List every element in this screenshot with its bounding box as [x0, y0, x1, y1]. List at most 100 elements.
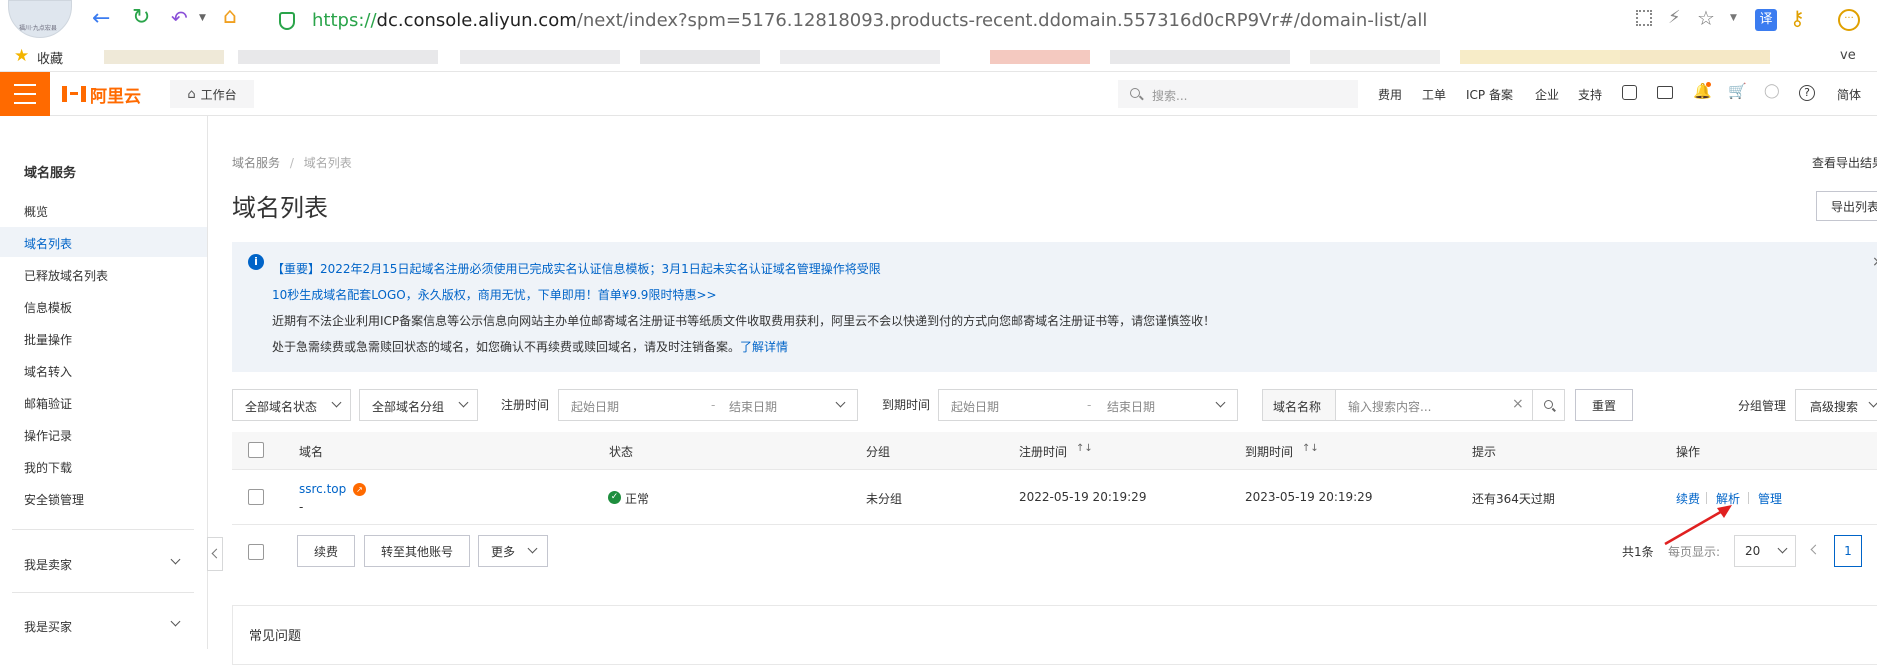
transfer-account-button[interactable]: 转至其他账号 [364, 535, 470, 567]
notice-important-link[interactable]: 【重要】2022年2月15日起域名注册必须使用已完成实名认证信息模板；3月1日起… [272, 260, 881, 277]
reg-time-range-picker[interactable]: 起始日期 - 结束日期 [558, 389, 858, 421]
sidebar-item-overview[interactable]: 概览 [24, 203, 48, 220]
group-manage-link[interactable]: 分组管理 [1738, 397, 1786, 414]
reg-end-placeholder: 结束日期 [729, 400, 778, 414]
menu-button[interactable] [0, 72, 50, 116]
lightbulb-icon[interactable]: ◯ [1764, 83, 1780, 99]
domain-status-select[interactable]: 全部域名状态 [232, 389, 351, 421]
bookmark-placeholder[interactable] [990, 50, 1090, 64]
more-icon[interactable]: ··· [1838, 9, 1860, 31]
total-count: 共1条 [1622, 545, 1654, 559]
sidebar-group-buyer[interactable]: 我是买家 [0, 614, 194, 640]
export-list-button[interactable]: 导出列表 [1816, 191, 1877, 221]
bookmark-placeholder[interactable] [104, 50, 224, 64]
bookmark-placeholder[interactable] [1310, 50, 1440, 64]
advanced-search-select[interactable]: 高级搜索 [1795, 389, 1877, 421]
breadcrumb-item[interactable]: 域名服务 [232, 156, 280, 170]
column-header-exp-time[interactable]: 到期时间 [1245, 443, 1293, 460]
notice-learn-more-link[interactable]: 了解详情 [740, 340, 788, 354]
workbench-button[interactable]: ⌂ 工作台 [170, 80, 254, 108]
bulk-select-checkbox[interactable] [248, 544, 264, 560]
translate-icon[interactable]: 译 [1755, 9, 1777, 31]
global-search-placeholder: 搜索... [1152, 89, 1188, 103]
favorites-label[interactable]: 收藏 [37, 48, 63, 67]
reset-label: 重置 [1591, 398, 1616, 413]
home-icon[interactable]: ⌂ [223, 6, 237, 28]
menu-dropdown-icon[interactable]: ▼ [1730, 13, 1737, 23]
global-search-input[interactable]: 搜索... [1118, 80, 1358, 108]
select-all-checkbox[interactable] [248, 442, 264, 458]
prev-page-icon[interactable] [1810, 544, 1821, 555]
per-page-select[interactable]: 20 [1734, 535, 1796, 567]
bookmark-trailing-text[interactable]: ve [1840, 48, 1856, 63]
undo-dropdown-icon[interactable]: ▼ [199, 13, 206, 23]
nav-fees[interactable]: 费用 [1378, 86, 1402, 103]
sidebar-item-domain-list[interactable]: 域名列表 [24, 235, 72, 252]
column-header-reg-time[interactable]: 注册时间 [1019, 443, 1067, 460]
sidebar-item-security-lock[interactable]: 安全锁管理 [24, 491, 84, 508]
exp-time-cell: 2023-05-19 20:19:29 [1245, 490, 1373, 504]
row-checkbox[interactable] [248, 489, 264, 505]
refresh-icon[interactable]: ↻ [132, 7, 150, 29]
lightning-icon[interactable]: ⚡ [1668, 7, 1681, 28]
domain-search-input[interactable]: 输入搜索内容... × [1335, 389, 1533, 421]
browser-avatar[interactable]: 福川·九点宏县 [8, 0, 72, 38]
aliyun-logo[interactable]: 阿里云 [62, 83, 141, 107]
bulk-renew-button[interactable]: 续费 [297, 535, 355, 567]
reset-button[interactable]: 重置 [1575, 389, 1633, 421]
bookmark-placeholder[interactable] [238, 50, 438, 64]
back-icon[interactable]: ← [92, 8, 110, 30]
bookmark-placeholder[interactable] [1620, 50, 1770, 64]
domain-name-link[interactable]: ssrc.top [299, 482, 346, 496]
column-header-actions: 操作 [1676, 445, 1701, 459]
exp-time-range-picker[interactable]: 起始日期 - 结束日期 [938, 389, 1238, 421]
search-button[interactable] [1532, 389, 1565, 421]
bookmark-placeholder[interactable] [1460, 50, 1620, 64]
exp-end-placeholder: 结束日期 [1107, 400, 1156, 414]
bookmark-placeholder[interactable] [460, 50, 620, 64]
key-icon[interactable]: ⚷ [1790, 6, 1805, 30]
sidebar-item-operation-log[interactable]: 操作记录 [24, 427, 72, 444]
chevron-left-icon [211, 548, 222, 559]
manage-action-link[interactable]: 管理 [1758, 490, 1782, 507]
domain-group-select[interactable]: 全部域名分组 [359, 389, 478, 421]
sidebar-group-seller[interactable]: 我是卖家 [0, 552, 194, 578]
bookmark-placeholder[interactable] [780, 50, 940, 64]
chevron-down-icon [170, 554, 181, 565]
star-icon[interactable]: ☆ [1697, 6, 1715, 30]
page-button-current[interactable]: 1 [1834, 535, 1862, 567]
terminal-icon[interactable] [1657, 86, 1673, 99]
sort-icon[interactable]: ↑↓ [1076, 443, 1093, 454]
sidebar-item-email-verification[interactable]: 邮箱验证 [24, 395, 72, 412]
sidebar-collapse-handle[interactable] [207, 537, 223, 571]
chevron-down-icon [1215, 397, 1226, 408]
reg-time-cell: 2022-05-19 20:19:29 [1019, 490, 1147, 504]
notice-close-icon[interactable]: × [1872, 254, 1877, 270]
help-icon[interactable]: ? [1799, 85, 1815, 101]
view-export-results-link[interactable]: 查看导出结果 [1812, 154, 1877, 171]
search-field-select[interactable]: 域名名称 [1262, 389, 1336, 421]
sidebar-item-info-templates[interactable]: 信息模板 [24, 299, 72, 316]
nav-enterprise[interactable]: 企业 [1535, 86, 1559, 103]
nav-support[interactable]: 支持 [1578, 86, 1602, 103]
sort-icon[interactable]: ↑↓ [1302, 443, 1319, 454]
sidebar-item-downloads[interactable]: 我的下载 [24, 459, 72, 476]
sidebar-item-domain-transfer[interactable]: 域名转入 [24, 363, 72, 380]
qr-icon[interactable] [1636, 10, 1652, 26]
sidebar-item-batch-operations[interactable]: 批量操作 [24, 331, 72, 348]
address-bar[interactable]: https://dc.console.aliyun.com/next/index… [312, 10, 1427, 32]
nav-icp[interactable]: ICP 备案 [1466, 86, 1513, 103]
bookmarks-bar: ★ 收藏 ve [0, 40, 1877, 72]
sidebar-item-released-domains[interactable]: 已释放域名列表 [24, 267, 108, 284]
cart-icon[interactable]: 🛒 [1728, 82, 1747, 100]
notice-logo-promo-link[interactable]: 10秒生成域名配套LOGO，永久版权，商用无忧，下单即用！首单¥9.9限时特惠>… [272, 286, 717, 303]
bookmark-placeholder[interactable] [640, 50, 760, 64]
language-switch[interactable]: 简体 [1837, 86, 1861, 103]
url-scheme: https:// [312, 10, 377, 31]
clear-icon[interactable]: × [1512, 396, 1524, 412]
more-actions-button[interactable]: 更多 [478, 535, 548, 567]
undo-icon[interactable]: ↶ [171, 7, 188, 29]
code-icon[interactable] [1622, 85, 1637, 100]
nav-tickets[interactable]: 工单 [1422, 86, 1446, 103]
bookmark-placeholder[interactable] [1110, 50, 1290, 64]
